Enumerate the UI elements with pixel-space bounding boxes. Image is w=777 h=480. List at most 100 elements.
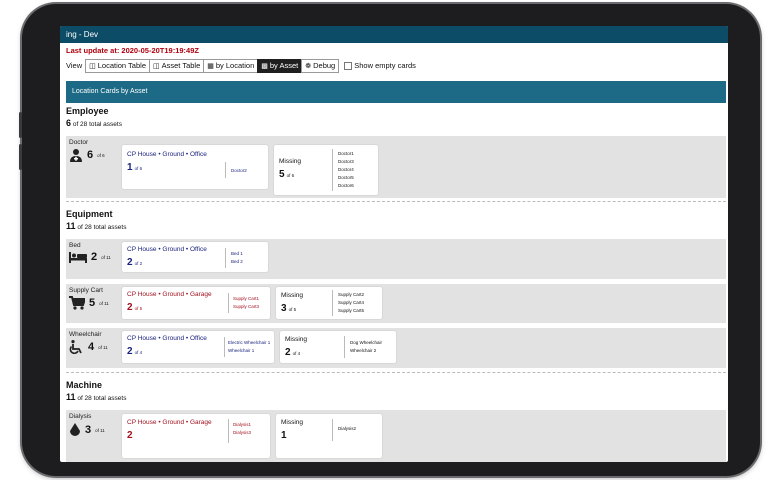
section-title: Location Cards by Asset xyxy=(72,88,148,95)
grid-icon: ▩ xyxy=(261,62,268,70)
building-icon: ▦ xyxy=(207,62,214,70)
row-header: Doctor 6 of 6 xyxy=(69,139,125,162)
missing-card[interactable]: Missing 5 of 6 Doctor1 Doctor3 Doctor4 Do… xyxy=(274,145,378,195)
row-header: Supply Cart 5 of 11 xyxy=(69,287,125,310)
row-label: Doctor xyxy=(69,139,89,146)
card-count-total: of 4 xyxy=(134,350,143,355)
card-location: CP House • Ground • Garage xyxy=(127,291,212,298)
card-location: CP House • Ground • Garage xyxy=(127,419,212,426)
group-equipment: Equipment 11 of 28 total assets xyxy=(66,209,726,231)
app-title: ing - Dev xyxy=(66,30,99,39)
asset-row-doctor: Doctor 6 of 6 CP House • Ground • Office… xyxy=(66,136,726,198)
card-asset-list: Bed 1 Bed 2 xyxy=(231,251,243,264)
show-empty-label: Show empty cards xyxy=(354,61,416,70)
card-location: CP House • Ground • Office xyxy=(127,246,207,253)
card-location: CP House • Ground • Office xyxy=(127,335,207,342)
row-count-total: of 6 xyxy=(97,152,105,158)
app-screen: ing - Dev Last update at: 2020-05-20T19:… xyxy=(60,26,728,462)
drop-icon xyxy=(69,423,81,437)
card-count: 2 xyxy=(127,257,133,268)
card-asset-list: Dialysis1 Dialysis3 xyxy=(233,422,252,435)
view-toolbar: View ◫ Location Table ◫ Asset Table ▦ by… xyxy=(66,58,416,73)
row-count-total: of 11 xyxy=(99,300,109,306)
missing-label: Missing xyxy=(281,419,304,426)
row-count: 3 xyxy=(85,424,92,436)
card-count: 2 xyxy=(285,347,291,358)
table-icon: ◫ xyxy=(152,62,160,70)
group-title: Machine xyxy=(66,380,103,390)
last-update-text: Last update at: 2020-05-20T19:19:49Z xyxy=(66,46,199,55)
card-asset-list: Supply Cart1 Supply Cart3 xyxy=(233,296,260,309)
card-asset-list: Doctor2 xyxy=(231,168,247,173)
group-divider xyxy=(66,372,726,373)
view-label: View xyxy=(66,61,83,70)
volume-up-button xyxy=(19,112,22,138)
doctor-icon xyxy=(69,148,83,162)
card-count: 3 xyxy=(281,303,287,314)
bug-icon: ❁ xyxy=(305,62,312,70)
by-location-button[interactable]: ▦ by Location xyxy=(203,58,259,73)
wheelchair-icon xyxy=(69,340,84,354)
missing-card[interactable]: Missing 3 of 5 Supply Cart2 Supply Cart4 … xyxy=(276,287,382,319)
card-asset-list: Electric Wheelchair 1 Wheelchair 1 xyxy=(228,340,271,353)
location-card[interactable]: CP House • Ground • Office 1 of 6 Doctor2 xyxy=(122,145,268,189)
cart-icon xyxy=(69,296,85,310)
row-count-total: of 11 xyxy=(98,344,108,350)
row-label: Dialysis xyxy=(69,413,92,420)
location-table-button[interactable]: ◫ Location Table xyxy=(85,58,150,73)
card-count-total: of 2 xyxy=(134,261,143,266)
debug-button[interactable]: ❁ Debug xyxy=(301,58,340,73)
group-machine: Machine 11 of 28 total assets xyxy=(66,380,726,402)
row-count: 5 xyxy=(89,297,96,309)
location-card[interactable]: CP House • Ground • Garage 2 of 5 Supply … xyxy=(122,287,270,319)
asset-row-wheelchair: Wheelchair 4 of 11 CP House • Ground • O… xyxy=(66,328,726,368)
group-count: 11 of 28 total assets xyxy=(66,392,127,402)
missing-label: Missing xyxy=(279,158,302,165)
asset-row-dialysis: Dialysis 3 of 11 CP House • Ground • Gar… xyxy=(66,410,726,462)
card-count-total: of 4 xyxy=(292,351,301,356)
app-title-bar: ing - Dev xyxy=(60,26,728,43)
card-count-total: of 6 xyxy=(134,166,143,171)
card-count-total: of 6 xyxy=(286,173,295,178)
missing-label: Missing xyxy=(281,292,304,299)
card-count-total: of 5 xyxy=(288,307,297,312)
row-header: Bed 2 of 11 xyxy=(69,242,125,263)
row-count: 4 xyxy=(88,341,95,353)
card-asset-list: Doctor1 Doctor3 Doctor4 Doctor5 Doctor6 xyxy=(338,151,354,188)
show-empty-checkbox[interactable] xyxy=(344,61,353,70)
group-title: Equipment xyxy=(66,209,113,219)
card-asset-list: Dialysis2 xyxy=(338,426,357,431)
asset-row-bed: Bed 2 of 11 CP House • Ground • Office 2… xyxy=(66,239,726,279)
bed-icon xyxy=(69,251,87,263)
row-label: Bed xyxy=(69,242,81,249)
asset-row-supply-cart: Supply Cart 5 of 11 CP House • Ground • … xyxy=(66,284,726,323)
row-count: 2 xyxy=(91,251,98,263)
row-label: Supply Cart xyxy=(69,287,103,294)
card-count: 1 xyxy=(127,162,133,173)
row-count: 6 xyxy=(87,149,94,161)
location-card[interactable]: CP House • Ground • Office 2 of 2 Bed 1 B… xyxy=(122,242,268,272)
row-count-total: of 11 xyxy=(101,254,111,260)
row-header: Wheelchair 4 of 11 xyxy=(69,331,125,354)
card-count: 2 xyxy=(127,346,133,357)
card-count: 5 xyxy=(279,169,285,180)
group-title: Employee xyxy=(66,106,109,116)
location-card[interactable]: CP House • Ground • Garage 2 Dialysis1 D… xyxy=(122,414,270,458)
card-count: 2 xyxy=(127,430,133,441)
card-count-total: of 5 xyxy=(134,306,143,311)
asset-table-button[interactable]: ◫ Asset Table xyxy=(148,58,205,73)
missing-card[interactable]: Missing 2 of 4 Dog Wheelchair Wheelchair … xyxy=(280,331,396,363)
group-count: 11 of 28 total assets xyxy=(66,221,127,231)
location-card[interactable]: CP House • Ground • Office 2 of 4 Electri… xyxy=(122,331,274,363)
card-asset-list: Dog Wheelchair Wheelchair 2 xyxy=(350,340,383,353)
group-employee: Employee 6 of 28 total assets xyxy=(66,106,726,128)
card-count: 2 xyxy=(127,302,133,313)
missing-card[interactable]: Missing 1 Dialysis2 xyxy=(276,414,382,458)
volume-down-button xyxy=(19,144,22,170)
group-divider xyxy=(66,201,726,202)
row-label: Wheelchair xyxy=(69,331,102,338)
by-asset-button[interactable]: ▩ by Asset xyxy=(257,58,303,73)
section-header: Location Cards by Asset xyxy=(66,81,726,103)
row-header: Dialysis 3 of 11 xyxy=(69,413,125,437)
card-count: 1 xyxy=(281,430,287,441)
